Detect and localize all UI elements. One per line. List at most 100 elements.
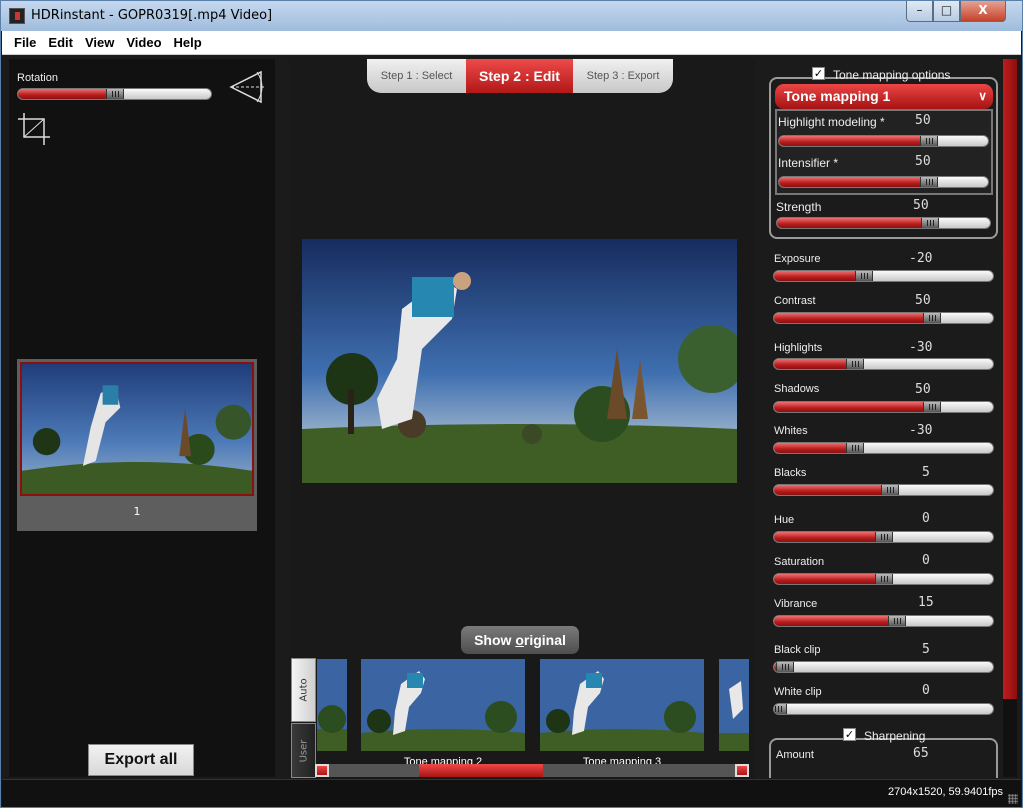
intensifier-slider[interactable] [778,176,989,188]
scroll-left-cap[interactable] [315,764,329,777]
slider-knob[interactable] [846,359,865,369]
slider-fill [774,574,884,584]
slider-fill [774,271,864,281]
window-title: HDRinstant - GOPR0319[.mp4 Video] [31,8,272,23]
file-name: GOPR0319[.mp4 Video] [117,8,273,23]
tone-mapping-options-label: Tone mapping options [833,68,951,82]
contrast-value: 50 [915,293,931,308]
shadows-slider[interactable] [773,401,994,413]
amount-label: Amount [776,749,814,761]
menu-video[interactable]: Video [120,31,167,50]
step-export-tab[interactable]: Step 3 : Export [573,59,673,93]
minimize-button[interactable]: – [906,1,933,22]
slider-knob[interactable] [846,443,865,453]
resize-grip-icon[interactable] [1008,794,1018,804]
close-button[interactable]: X [960,1,1006,22]
tab-user[interactable]: User [291,723,316,778]
white-clip-value: 0 [922,683,930,698]
saturation-slider[interactable] [773,573,994,585]
title-separator: - [104,8,118,23]
tone-mapping-checkbox[interactable]: ✓ [812,67,825,80]
crop-icon[interactable] [18,113,50,145]
preset-label: Tone mapping 1 [784,88,891,104]
export-all-button[interactable]: Export all [88,744,194,776]
whites-label: Whites [774,425,808,437]
blacks-slider[interactable] [773,484,994,496]
tab-auto[interactable]: Auto [291,658,316,722]
strip-scrollbar[interactable] [315,764,749,777]
step-edit-tab[interactable]: Step 2 : Edit [466,59,573,93]
slider-knob[interactable] [887,616,906,626]
shadows-value: 50 [915,382,931,397]
exposure-slider[interactable] [773,270,994,282]
black-clip-slider[interactable] [773,661,994,673]
whites-value: -30 [909,423,933,438]
clip-thumbnail[interactable]: 1 [17,359,257,531]
slider-knob[interactable] [874,574,893,584]
scroll-right-cap[interactable] [735,764,749,777]
menu-view[interactable]: View [79,31,120,50]
menu-file[interactable]: File [2,31,42,50]
highlights-slider[interactable] [773,358,994,370]
slider-knob[interactable] [920,177,939,187]
slider-fill [779,136,930,146]
strip-item-tone-mapping-2[interactable] [361,659,525,751]
slider-knob[interactable] [105,89,124,99]
slider-knob[interactable] [922,313,941,323]
slider-fill [779,177,930,187]
slider-knob[interactable] [775,662,794,672]
black-clip-label: Black clip [774,644,821,656]
title-bar: HDRinstant - GOPR0319[.mp4 Video] – □ X [1,1,1022,31]
saturation-label: Saturation [774,556,825,568]
sharpening-checkbox[interactable]: ✓ [843,728,856,741]
menu-help[interactable]: Help [168,31,208,50]
slider-knob[interactable] [774,704,788,714]
whites-slider[interactable] [773,442,994,454]
slider-knob[interactable] [920,136,939,146]
sharpening-label: Sharpening [864,729,926,743]
highlight-modeling-slider[interactable] [778,135,989,147]
adjustments-scrollbar[interactable] [1003,59,1017,777]
hue-slider[interactable] [773,531,994,543]
strip-item-tone-mapping-3[interactable] [540,659,704,751]
slider-fill [774,313,932,323]
blacks-label: Blacks [774,467,807,479]
strength-slider[interactable] [776,217,991,229]
slider-fill [774,359,856,369]
amount-value: 65 [913,746,929,761]
show-original-post: riginal [523,632,566,648]
slider-fill [774,443,856,453]
tone-mapping-preset-dropdown[interactable]: Tone mapping 1 ∨ [775,84,993,109]
slider-knob[interactable] [922,402,941,412]
level-horizon-icon[interactable] [229,69,267,105]
contrast-slider[interactable] [773,312,994,324]
show-original-button[interactable]: Show original [461,626,579,654]
rotation-slider[interactable] [17,88,212,100]
slider-knob[interactable] [921,218,940,228]
hue-label: Hue [774,514,795,526]
slider-knob[interactable] [854,271,873,281]
shadows-label: Shadows [774,383,820,395]
menu-edit[interactable]: Edit [42,31,79,50]
vibrance-slider[interactable] [773,615,994,627]
step-select-tab[interactable]: Step 1 : Select [367,59,466,93]
strip-scroll-thumb[interactable] [419,764,543,777]
maximize-button[interactable]: □ [933,1,960,22]
adjustments-scroll-thumb[interactable] [1003,59,1017,699]
strip-item-partial-left[interactable] [317,659,347,751]
slider-knob[interactable] [874,532,893,542]
contrast-label: Contrast [774,295,816,307]
highlight-modeling-label: Highlight modeling * [778,115,885,129]
black-clip-value: 5 [922,642,930,657]
workflow-steps: Step 1 : Select Step 2 : Edit Step 3 : E… [367,59,673,93]
thumbnail-image [20,362,254,496]
white-clip-slider[interactable] [773,703,994,715]
highlights-value: -30 [909,340,933,355]
app-name: HDRinstant [31,8,105,23]
slider-fill [774,485,891,495]
strip-item-partial-right[interactable] [719,659,749,751]
vibrance-value: 15 [918,595,934,610]
status-bar: 2704x1520, 59.9401fps [2,779,1021,807]
highlight-modeling-value: 50 [915,113,931,128]
slider-knob[interactable] [881,485,900,495]
